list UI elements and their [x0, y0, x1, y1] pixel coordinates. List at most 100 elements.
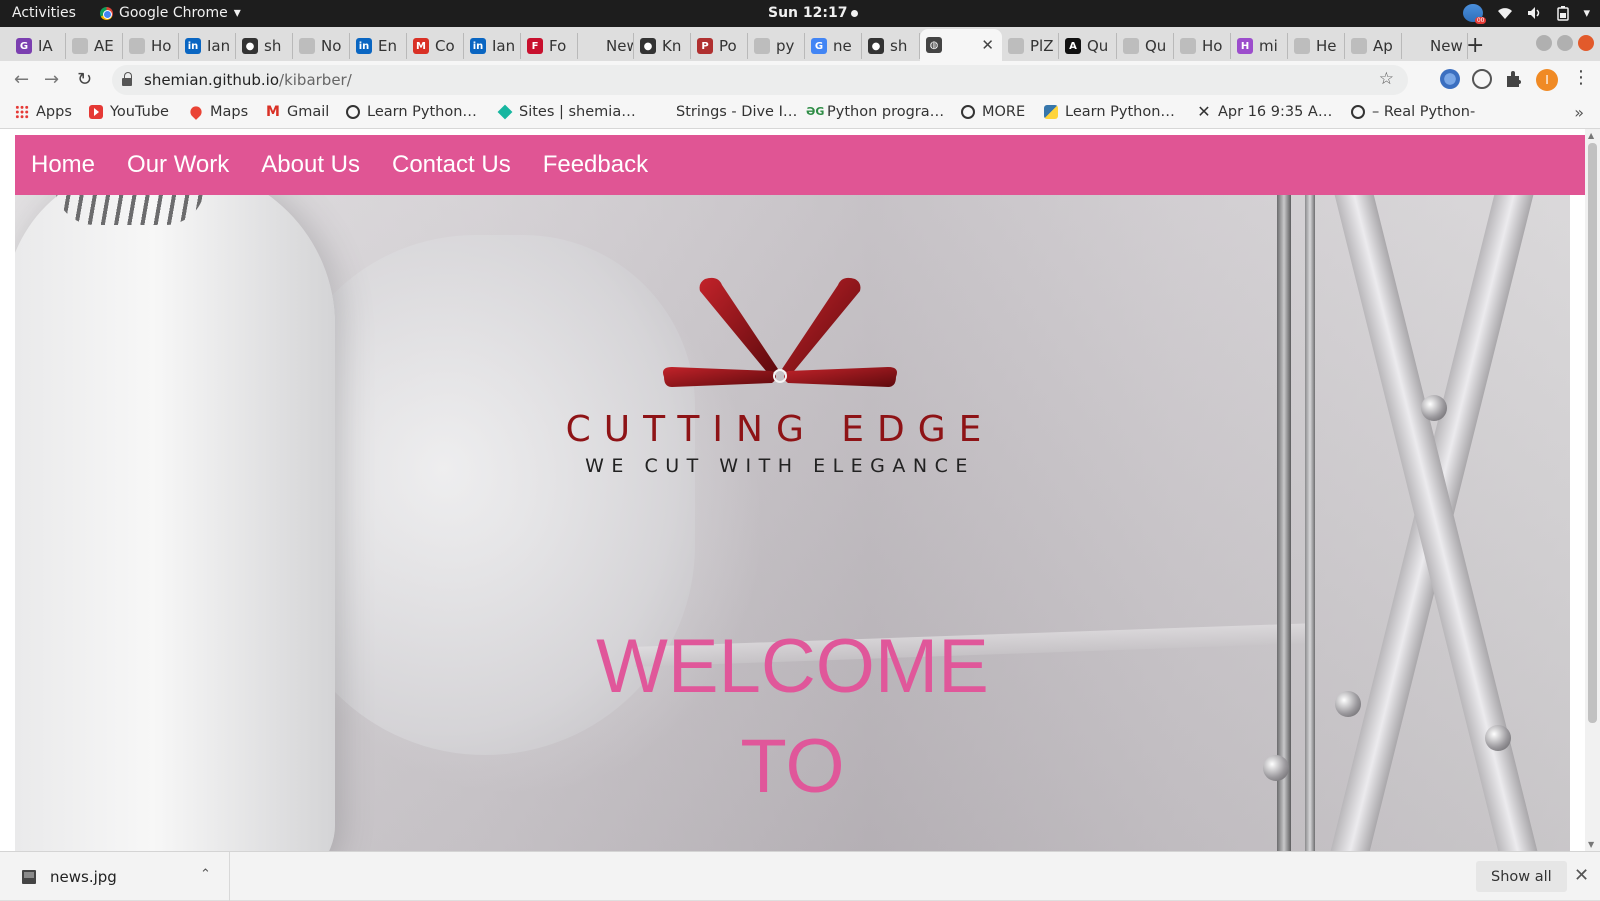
download-shelf: news.jpg ⌃ Show all ✕	[0, 851, 1600, 901]
extension-icon[interactable]	[1472, 69, 1492, 89]
download-options-chevron-icon[interactable]: ⌃	[200, 867, 211, 882]
browser-tab[interactable]: py	[748, 33, 805, 59]
bookmark-real-python[interactable]: – Real Python-	[1351, 104, 1475, 120]
browser-tab[interactable]: A Qu	[1059, 33, 1117, 59]
bookmark-apr16[interactable]: ✕ Apr 16 9:35 A…	[1197, 104, 1332, 121]
reload-button[interactable]: ↻	[77, 69, 92, 90]
nav-about-us-link[interactable]: About Us	[261, 151, 360, 179]
extensions-puzzle-icon[interactable]	[1504, 69, 1524, 89]
browser-tab[interactable]: in Ian	[179, 33, 236, 59]
back-button[interactable]: ←	[14, 69, 29, 90]
close-download-shelf-icon[interactable]: ✕	[1574, 865, 1589, 886]
download-file-name: news.jpg	[50, 867, 117, 886]
tab-title: New T	[1430, 37, 1467, 55]
browser-tab[interactable]: Ho	[1174, 33, 1231, 59]
browser-tab[interactable]: in Ian	[464, 33, 521, 59]
browser-tab[interactable]: Hmi	[1231, 33, 1288, 59]
logo-title: CUTTING EDGE	[565, 409, 995, 450]
browser-tab[interactable]: New T	[1402, 33, 1468, 59]
scrollbar-thumb[interactable]	[1588, 143, 1597, 723]
tab-title: Qu	[1145, 37, 1167, 55]
maximize-button[interactable]	[1557, 35, 1573, 51]
forward-button[interactable]: →	[44, 69, 59, 90]
app-indicator-icon[interactable]	[1463, 4, 1487, 24]
browser-tab[interactable]: AE	[66, 33, 123, 59]
scroll-up-arrow-icon[interactable]: ▲	[1588, 131, 1594, 140]
wifi-icon	[1498, 8, 1513, 19]
bookmark-youtube[interactable]: YouTube	[89, 104, 169, 120]
tab-active[interactable]: ◍ ✕	[920, 29, 1002, 61]
system-tray[interactable]: ▾	[1463, 4, 1590, 24]
nav-feedback-link[interactable]: Feedback	[543, 151, 648, 179]
address-bar[interactable]: shemian.github.io/kibarber/ ☆	[112, 65, 1408, 95]
volume-icon	[1528, 7, 1540, 19]
download-item[interactable]: news.jpg ⌃	[0, 852, 230, 901]
tab-title: Ian	[207, 37, 231, 55]
bookmark-learn-python-2[interactable]: Learn Python…	[1044, 104, 1175, 120]
extension-icon[interactable]	[1440, 69, 1460, 89]
tab-title: Kn	[662, 37, 682, 55]
browser-tab[interactable]: ● sh	[862, 33, 920, 59]
nav-contact-us-link[interactable]: Contact Us	[392, 151, 511, 179]
bookmark-star-icon[interactable]: ☆	[1379, 69, 1394, 89]
bookmark-gmail[interactable]: M Gmail	[266, 104, 329, 120]
browser-tab[interactable]: F Fo	[521, 33, 578, 59]
browser-tab[interactable]: Ap	[1345, 33, 1402, 59]
tab-title: mi	[1259, 37, 1278, 55]
bookmark-sites[interactable]: Sites | shemia…	[497, 104, 636, 120]
tab-title: Ho	[1202, 37, 1223, 55]
bookmark-python-programs[interactable]: ƏG Python progra…	[806, 104, 944, 120]
browser-tab[interactable]: Gne	[805, 33, 862, 59]
bookmark-apps[interactable]: Apps	[15, 104, 72, 120]
tab-title: Po	[719, 37, 737, 55]
browser-tab[interactable]: in En	[350, 33, 407, 59]
activities-button[interactable]: Activities	[12, 5, 76, 21]
bookmark-label: MORE	[982, 104, 1026, 120]
tab-favicon-icon: ●	[868, 38, 884, 54]
window-close-button[interactable]	[1578, 35, 1594, 51]
tab-title: Fo	[549, 37, 567, 55]
browser-tab[interactable]: Qu	[1117, 33, 1174, 59]
profile-avatar[interactable]: I	[1536, 69, 1558, 91]
nav-home-link[interactable]: Home	[31, 151, 95, 179]
globe-icon	[961, 105, 975, 119]
crossed-razors-logo-icon	[663, 277, 897, 387]
bookmark-learn-python[interactable]: Learn Python…	[346, 104, 477, 120]
lock-icon[interactable]	[122, 72, 132, 86]
browser-tab[interactable]: PlZ	[1002, 33, 1059, 59]
tab-title: En	[378, 37, 397, 55]
bookmark-label: Learn Python…	[367, 104, 477, 120]
browser-tab[interactable]: M Co	[407, 33, 464, 59]
hero-banner: CUTTING EDGE WE CUT WITH ELEGANCE WELCOM…	[15, 195, 1570, 851]
browser-tab[interactable]: Ho	[123, 33, 179, 59]
bookmark-more[interactable]: MORE	[961, 104, 1025, 120]
show-all-downloads-button[interactable]: Show all	[1476, 861, 1567, 892]
scroll-down-arrow-icon[interactable]: ▼	[1588, 840, 1594, 849]
tab-favicon-icon	[754, 38, 770, 54]
minimize-button[interactable]	[1536, 35, 1552, 51]
app-menu[interactable]: Google Chrome ▾	[100, 5, 241, 21]
bookmarks-overflow-button[interactable]: »	[1574, 103, 1584, 122]
browser-tab[interactable]: No	[293, 33, 350, 59]
chevron-down-icon: ▾	[233, 5, 241, 21]
url-path: /kibarber/	[279, 71, 352, 89]
tab-close-icon[interactable]: ✕	[981, 36, 994, 54]
cutting-edge-logo: CUTTING EDGE WE CUT WITH ELEGANCE	[560, 271, 1000, 481]
browser-tab[interactable]: P Po	[691, 33, 748, 59]
browser-tab[interactable]: ● sh	[236, 33, 293, 59]
globe-icon	[346, 105, 360, 119]
tab-strip: GIAAEHoinIan●shNoinEnMCoinIanFFoNew T●Kn…	[0, 27, 1600, 61]
page-viewport: Home Our Work About Us Contact Us Feedba…	[0, 129, 1600, 851]
browser-tab[interactable]: ● Kn	[634, 33, 691, 59]
new-tab-button[interactable]: +	[1466, 33, 1484, 58]
nav-our-work-link[interactable]: Our Work	[127, 151, 229, 179]
bookmark-maps[interactable]: Maps	[188, 104, 248, 120]
chrome-menu-icon[interactable]: ⋮	[1572, 67, 1590, 88]
tab-title: sh	[890, 37, 908, 55]
clock[interactable]: Sun 12:17	[768, 5, 859, 21]
browser-tab[interactable]: G IA	[10, 33, 66, 59]
browser-tab[interactable]: He	[1288, 33, 1345, 59]
browser-tab[interactable]: New T	[578, 33, 634, 59]
page-scrollbar[interactable]: ▲ ▼	[1585, 129, 1600, 851]
bookmark-strings[interactable]: Strings - Dive I…	[655, 104, 797, 120]
